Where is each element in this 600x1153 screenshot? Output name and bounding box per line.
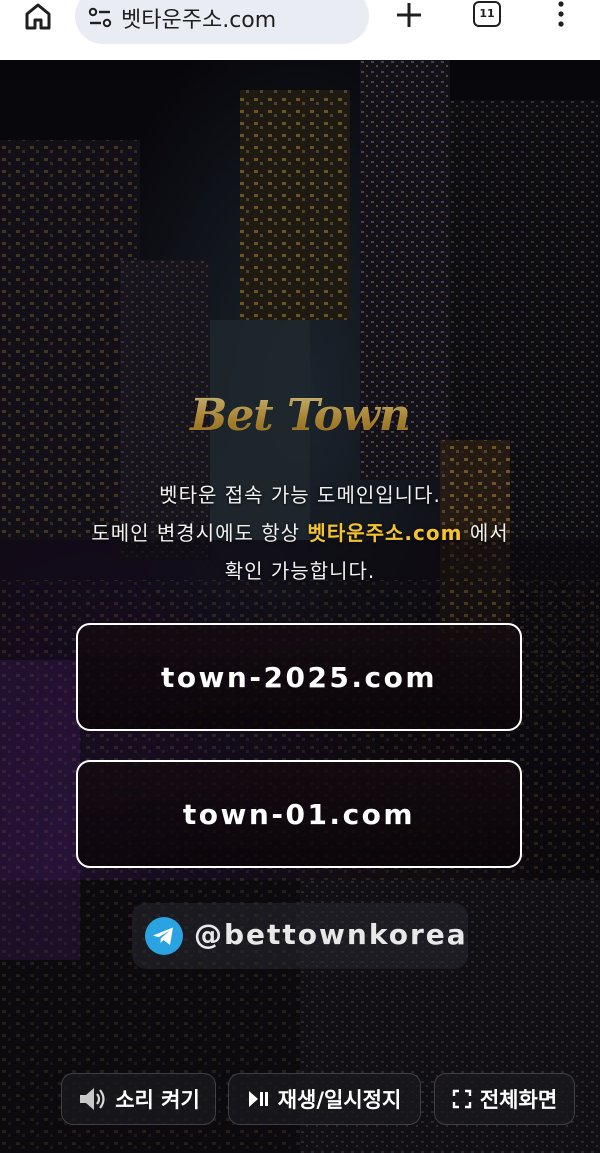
more-menu-icon[interactable] xyxy=(555,0,567,30)
telegram-icon xyxy=(145,917,183,955)
background-dim-overlay xyxy=(0,60,600,1153)
fullscreen-label: 전체화면 xyxy=(479,1088,558,1112)
info-line-2-suffix: 에서 xyxy=(462,521,509,545)
play-pause-button[interactable]: 재생/일시정지 xyxy=(228,1073,421,1125)
domain-link-button[interactable]: town-01.com xyxy=(76,760,522,868)
domain-link-button[interactable]: town-2025.com xyxy=(76,623,522,731)
info-line-2-prefix: 도메인 변경시에도 항상 xyxy=(91,521,308,545)
site-settings-icon[interactable] xyxy=(87,5,113,31)
play-pause-icon xyxy=(248,1091,268,1107)
sound-on-label: 소리 켜기 xyxy=(115,1088,200,1112)
speaker-icon xyxy=(80,1088,105,1110)
url-text[interactable]: 벳타운주소.com xyxy=(121,2,276,34)
info-line-3: 확인 가능합니다. xyxy=(224,559,376,583)
domain-info-text: 벳타운 접속 가능 도메인입니다. 도메인 변경시에도 항상 벳타운주소.com… xyxy=(0,476,600,590)
new-tab-icon[interactable] xyxy=(394,0,424,30)
home-icon[interactable] xyxy=(22,0,54,32)
sound-on-button[interactable]: 소리 켜기 xyxy=(61,1073,216,1125)
fullscreen-button[interactable]: 전체화면 xyxy=(434,1073,575,1125)
play-pause-label: 재생/일시정지 xyxy=(277,1088,402,1112)
browser-toolbar: 벳타운주소.com 11 xyxy=(0,0,600,60)
info-line-2: 도메인 변경시에도 항상 벳타운주소.com 에서 xyxy=(0,514,600,552)
telegram-handle: @bettownkorea xyxy=(194,918,468,951)
address-bar[interactable]: 벳타운주소.com xyxy=(75,0,369,44)
fullscreen-icon xyxy=(452,1089,472,1109)
tab-switcher-button[interactable]: 11 xyxy=(473,1,501,27)
info-line-1: 벳타운 접속 가능 도메인입니다. xyxy=(159,483,441,507)
page-content: Bet Town 벳타운 접속 가능 도메인입니다. 도메인 변경시에도 항상 … xyxy=(0,60,600,1153)
telegram-link[interactable]: @bettownkorea xyxy=(132,903,468,969)
brand-logo: Bet Town xyxy=(0,390,600,441)
highlight-domain: 벳타운주소.com xyxy=(307,521,463,545)
